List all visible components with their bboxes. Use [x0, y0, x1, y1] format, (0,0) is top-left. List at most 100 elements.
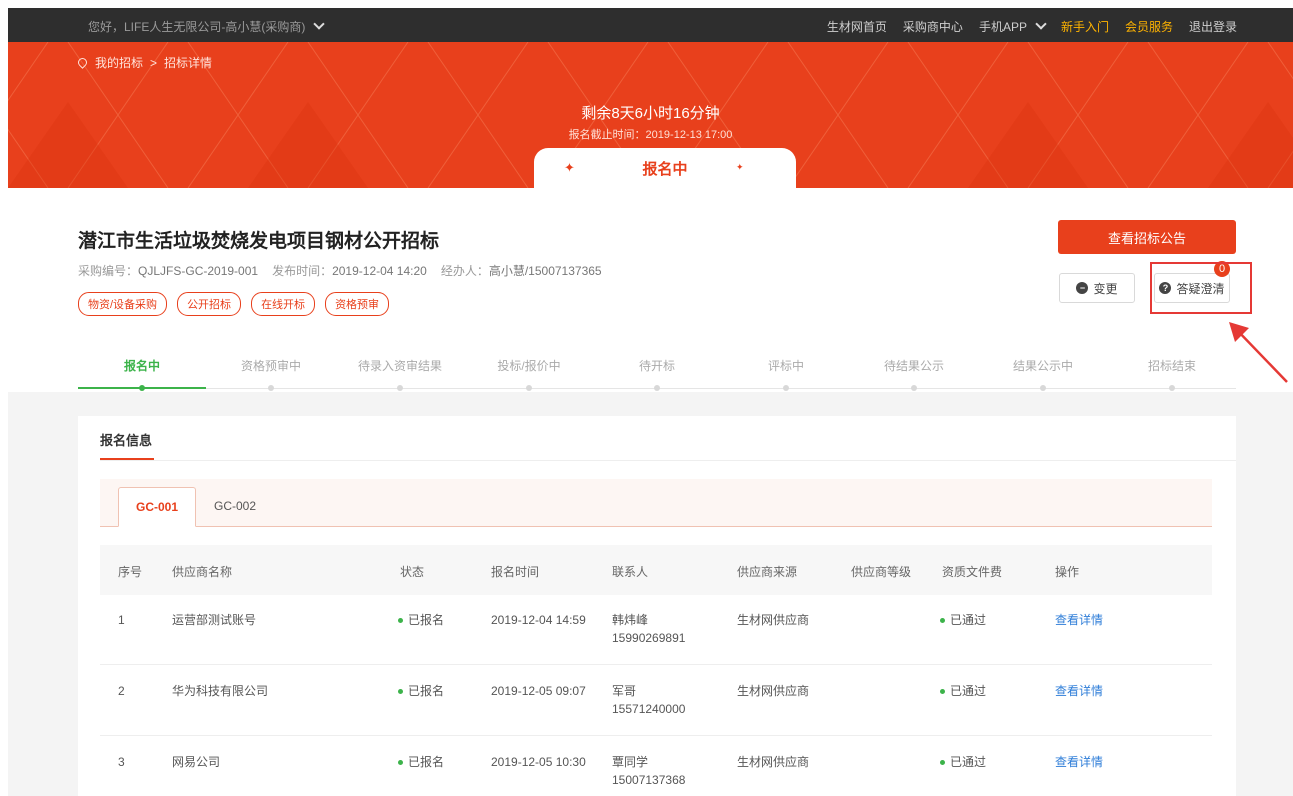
purchase-code-label: 采购编号：	[78, 264, 139, 278]
handler: 经办人：高小慧/15007137365	[441, 262, 602, 279]
change-button[interactable]: − 变更	[1059, 273, 1135, 303]
col-time: 报名时间	[491, 565, 540, 579]
table-row: 3 网易公司 已报名 2019-12-05 10:30 覃同学 150071373…	[100, 737, 1212, 796]
countdown-text: 剩余8天6小时16分钟	[581, 105, 720, 122]
section-divider	[100, 460, 1236, 461]
publish-time: 发布时间：2019-12-04 14:20	[272, 262, 427, 279]
status-text: 已报名	[408, 613, 445, 627]
col-source: 供应商来源	[737, 565, 798, 579]
step-label: 招标结束	[1147, 359, 1196, 373]
step-dot	[911, 385, 917, 391]
cell-supplier: 网易公司	[172, 755, 221, 769]
col-supplier: 供应商名称	[172, 565, 233, 579]
mobile-app-label: 手机APP	[978, 20, 1027, 34]
cell-time: 2019-12-05 09:07	[491, 684, 586, 698]
chevron-down-icon	[1035, 18, 1047, 30]
tag-prequal: 资格预审	[325, 292, 390, 316]
change-label: 变更	[1093, 281, 1118, 296]
step-label: 投标/报价中	[497, 359, 561, 373]
cell-no: 3	[118, 755, 125, 769]
table-row: 1 运营部测试账号 已报名 2019-12-04 14:59 韩炜峰 159902…	[100, 595, 1212, 665]
fee-text: 已通过	[950, 755, 987, 769]
purchase-code-value: QJLJFS-GC-2019-001	[138, 264, 259, 278]
fee-text: 已通过	[950, 684, 987, 698]
tab-gc-002[interactable]: GC-002	[196, 487, 274, 527]
sparkle-icon: ✦	[736, 162, 744, 172]
deadline-text: 报名截止时间：2019-12-13 17:00	[568, 129, 733, 141]
cell-time: 2019-12-05 10:30	[491, 755, 586, 769]
step-dot	[139, 385, 145, 391]
col-fee: 资质文件费	[942, 565, 1003, 579]
col-no: 序号	[118, 565, 143, 579]
step-dot	[1169, 385, 1175, 391]
buyer-center-link[interactable]: 采购商中心	[903, 18, 963, 35]
tag-online-open: 在线开标	[251, 292, 316, 316]
cell-supplier: 运营部测试账号	[172, 613, 257, 627]
contact-name: 覃同学	[612, 755, 649, 769]
cell-source: 生材网供应商	[737, 684, 810, 698]
view-detail-link[interactable]: 查看详情	[1055, 611, 1103, 629]
lot-tabs: GC-001 GC-002	[100, 479, 1212, 527]
breadcrumb-separator: >	[150, 55, 158, 70]
member-service-link[interactable]: 会员服务	[1125, 18, 1173, 35]
step-dot	[783, 385, 789, 391]
cell-source: 生材网供应商	[737, 613, 810, 627]
step-9: 招标结束	[1108, 357, 1236, 391]
chevron-down-icon	[313, 18, 326, 30]
step-5: 待开标	[593, 357, 721, 391]
home-link[interactable]: 生材网首页	[827, 18, 887, 35]
cell-source: 生材网供应商	[737, 755, 810, 769]
handler-value: 高小慧/15007137365	[488, 264, 602, 278]
cell-fee: 已通过	[940, 682, 986, 700]
step-1: 报名中	[78, 357, 206, 391]
table-header: 序号 供应商名称 状态 报名时间 联系人 供应商来源 供应商等级 资质文件费 操…	[100, 545, 1212, 595]
cell-fee: 已通过	[940, 611, 986, 629]
contact-name: 韩炜峰	[612, 613, 649, 627]
cell-status: 已报名	[398, 753, 444, 771]
step-label: 评标中	[767, 359, 804, 373]
contact-phone: 15571240000	[612, 702, 686, 716]
breadcrumb-home[interactable]: 我的招标	[95, 54, 143, 71]
breadcrumb-current: 招标详情	[164, 56, 213, 70]
contact-name: 军哥	[612, 684, 637, 698]
progress-steps: 报名中 资格预审中 待录入资审结果 投标/报价中 待开标 评标中 待结果公示 结…	[78, 357, 1236, 397]
logout-link[interactable]: 退出登录	[1189, 18, 1237, 35]
section-title-underline	[100, 458, 154, 460]
view-notice-button[interactable]: 查看招标公告	[1058, 220, 1236, 254]
annotation-highlight-box	[1150, 262, 1252, 314]
status-dot	[940, 760, 945, 766]
tag-material: 物资/设备采购	[78, 292, 168, 316]
status-text: 已报名	[408, 684, 445, 698]
contact-phone: 15007137368	[612, 773, 686, 787]
step-7: 待结果公示	[850, 357, 978, 391]
cell-no: 2	[118, 684, 125, 698]
project-tags: 物资/设备采购 公开招标 在线开标 资格预审	[78, 292, 390, 316]
cell-status: 已报名	[398, 611, 444, 629]
cell-contact: 韩炜峰 15990269891	[612, 611, 685, 647]
col-status: 状态	[400, 565, 425, 579]
user-greeting[interactable]: 您好，LIFE人生无限公司-高小慧(采购商)	[88, 18, 326, 35]
newbie-link[interactable]: 新手入门	[1061, 18, 1109, 35]
cell-status: 已报名	[398, 682, 444, 700]
step-label: 报名中	[123, 359, 160, 373]
status-dot	[940, 618, 945, 624]
publish-time-label: 发布时间：	[272, 264, 333, 278]
project-meta: 采购编号：QJLJFS-GC-2019-001 发布时间：2019-12-04 …	[78, 262, 602, 279]
registration-card: 报名信息 GC-001 GC-002 序号 供应商名称 状态 报名时间 联系人 …	[78, 416, 1236, 796]
step-dot	[1040, 385, 1046, 391]
view-detail-link[interactable]: 查看详情	[1055, 753, 1103, 771]
cell-fee: 已通过	[940, 753, 986, 771]
mobile-app-menu[interactable]: 手机APP	[978, 18, 1047, 35]
step-dot	[397, 385, 403, 391]
top-bar: 您好，LIFE人生无限公司-高小慧(采购商) 生材网首页 采购商中心 手机APP…	[8, 8, 1293, 42]
tab-gc-001[interactable]: GC-001	[118, 487, 196, 527]
step-label: 资格预审中	[240, 359, 301, 373]
section-title: 报名信息	[100, 433, 153, 448]
status-tab: ✦ 报名中 ✦	[534, 148, 796, 188]
step-label: 结果公示中	[1012, 359, 1073, 373]
view-detail-link[interactable]: 查看详情	[1055, 682, 1103, 700]
step-8: 结果公示中	[979, 357, 1107, 391]
handler-label: 经办人：	[440, 264, 489, 278]
publish-time-value: 2019-12-04 14:20	[332, 264, 427, 278]
tag-open-bid: 公开招标	[177, 292, 242, 316]
